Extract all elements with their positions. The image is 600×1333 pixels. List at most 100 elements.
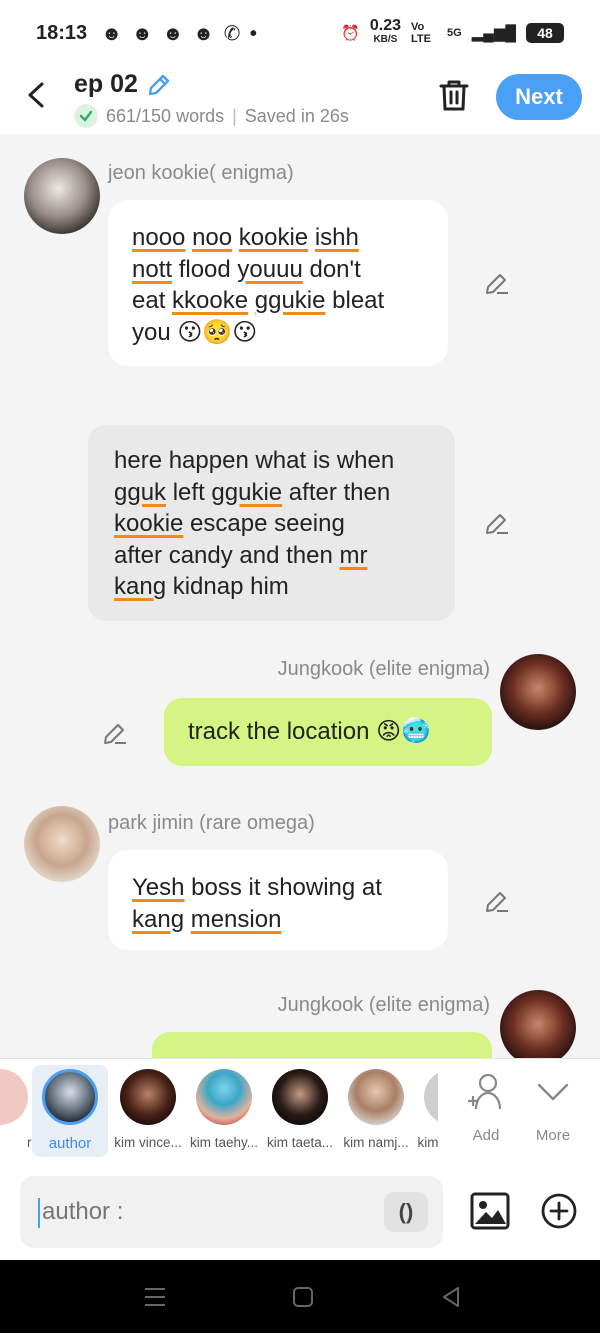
message-text: track the location 😡🥶 bbox=[188, 716, 468, 748]
parentheses-button[interactable]: () bbox=[384, 1192, 428, 1232]
character-item[interactable]: kim namj... bbox=[338, 1059, 414, 1164]
character-name: kim namj... bbox=[343, 1135, 409, 1150]
message-text: here happen what is when gguk left ggukie… bbox=[114, 445, 429, 603]
message-word bbox=[184, 906, 191, 933]
avatar-park-jimin[interactable] bbox=[24, 806, 100, 882]
misspelled-word: kookie bbox=[114, 510, 184, 537]
avatar-jungkook[interactable] bbox=[500, 990, 576, 1058]
signal-icon: ▂▄▆█ bbox=[471, 25, 516, 42]
chat-area[interactable]: jeon kookie( enigma) nooo noo kookie ish… bbox=[0, 134, 600, 1058]
message-word: eat bbox=[132, 287, 173, 314]
chevron-down-icon bbox=[537, 1083, 569, 1101]
misspelled-word: kkooke bbox=[172, 287, 249, 314]
edit-title-pencil-icon[interactable] bbox=[146, 72, 172, 98]
status-separator: | bbox=[232, 105, 237, 126]
character-item[interactable]: kim vince... bbox=[110, 1059, 186, 1164]
character-avatar bbox=[120, 1069, 176, 1125]
misspelled-word: gguk bbox=[114, 478, 167, 506]
misspelled-word: ggukie bbox=[211, 478, 283, 506]
avatar-jeon-kookie[interactable] bbox=[24, 158, 100, 234]
character-item[interactable]: kim taeta... bbox=[262, 1059, 338, 1164]
speaker-name: park jimin (rare omega) bbox=[108, 812, 315, 834]
misspelled-word: ggukie bbox=[254, 287, 326, 314]
character-avatar bbox=[272, 1069, 328, 1125]
message-input-box[interactable]: () bbox=[20, 1176, 443, 1248]
edit-pencil-icon[interactable] bbox=[484, 888, 510, 914]
menu-icon[interactable] bbox=[142, 1284, 168, 1310]
save-status: 661/150 words | Saved in 26s bbox=[74, 104, 349, 128]
character-avatar bbox=[424, 1069, 438, 1125]
speaker-name: Jungkook (elite enigma) bbox=[277, 658, 490, 680]
misspelled-word: kang bbox=[114, 573, 167, 600]
character-item[interactable]: kim bbox=[414, 1059, 438, 1164]
misspelled-word: mension bbox=[190, 905, 282, 933]
next-button[interactable]: Next bbox=[496, 74, 582, 120]
character-avatar bbox=[0, 1069, 28, 1125]
misspelled-word: kang bbox=[132, 905, 185, 933]
speaker-name: Jungkook (elite enigma) bbox=[277, 994, 490, 1016]
home-square-icon[interactable] bbox=[290, 1284, 316, 1310]
speaker-name: jeon kookie( enigma) bbox=[108, 162, 294, 184]
message-line: after candy and then mr bbox=[114, 540, 429, 572]
character-item[interactable]: kim taehy... bbox=[186, 1059, 262, 1164]
misspelled-word: nott bbox=[132, 255, 173, 283]
status-bar: 18:13 ☻ ☻ ☻ ☻ ✆ • ⏰ 0.23 KB/S Vo LTE 5G … bbox=[0, 0, 600, 66]
word-count: 661/150 words bbox=[106, 105, 225, 126]
message-bubble[interactable] bbox=[152, 1032, 492, 1058]
misspelled-word: nooo bbox=[132, 224, 186, 251]
input-bar: () bbox=[0, 1164, 600, 1260]
message-line: kang mension bbox=[132, 904, 424, 936]
message-word: escape seeing bbox=[183, 510, 345, 537]
back-triangle-icon[interactable] bbox=[438, 1284, 464, 1310]
edit-pencil-icon[interactable] bbox=[102, 720, 128, 746]
message-word: left bbox=[166, 478, 212, 506]
message-word: kidnap him bbox=[166, 573, 289, 600]
narration-bubble[interactable]: here happen what is when gguk left ggukie… bbox=[88, 425, 455, 621]
message-word bbox=[308, 224, 315, 251]
edit-pencil-icon[interactable] bbox=[484, 270, 510, 296]
notification-icons: ☻ ☻ ☻ ☻ ✆ • bbox=[101, 22, 259, 45]
character-avatar bbox=[348, 1069, 404, 1125]
character-avatar bbox=[42, 1069, 98, 1125]
trash-icon[interactable] bbox=[438, 78, 470, 112]
message-bubble[interactable]: track the location 😡🥶 bbox=[164, 698, 492, 766]
character-item-author[interactable]: author bbox=[32, 1059, 108, 1164]
message-line: nooo noo kookie ishh bbox=[132, 222, 424, 254]
image-icon[interactable] bbox=[470, 1192, 510, 1230]
add-label: Add bbox=[472, 1127, 500, 1144]
message-word: boss it showing at bbox=[184, 874, 382, 901]
edit-pencil-icon[interactable] bbox=[484, 510, 510, 536]
network-speed: 0.23 KB/S bbox=[369, 17, 401, 46]
message-line: kookie escape seeing bbox=[114, 508, 429, 540]
status-right: ⏰ 0.23 KB/S Vo LTE 5G ▂▄▆█ 48 bbox=[341, 17, 564, 47]
message-word: track the location 😡🥶 bbox=[188, 718, 431, 745]
back-arrow-icon[interactable] bbox=[22, 80, 52, 110]
misspelled-word: Yesh bbox=[132, 874, 185, 901]
character-avatar bbox=[196, 1069, 252, 1125]
message-word: after then bbox=[282, 478, 391, 506]
misspelled-word: kookie bbox=[238, 224, 309, 251]
text-cursor bbox=[38, 1198, 40, 1228]
battery-indicator: 48 bbox=[526, 23, 564, 43]
character-name: kim bbox=[417, 1135, 439, 1150]
message-bubble[interactable]: Yesh boss it showing at kang mension bbox=[108, 850, 448, 950]
message-bubble[interactable]: nooo noo kookie ishh nott flood youuu don… bbox=[108, 200, 448, 366]
network-type: 5G bbox=[446, 27, 462, 39]
message-word: after candy and then bbox=[114, 541, 340, 569]
message-input[interactable] bbox=[42, 1198, 342, 1226]
message-line: kang kidnap him bbox=[114, 571, 429, 603]
message-line: nott flood youuu don't bbox=[132, 254, 424, 286]
message-line: gguk left ggukie after then bbox=[114, 477, 429, 509]
message-word: flood bbox=[172, 255, 238, 283]
message-word: here happen what is when bbox=[114, 447, 395, 474]
message-text: Yesh boss it showing at kang mension bbox=[132, 872, 424, 935]
add-circle-icon[interactable] bbox=[540, 1192, 578, 1230]
more-label: More bbox=[535, 1127, 571, 1144]
add-character-button[interactable]: Add bbox=[454, 1071, 518, 1144]
misspelled-word: noo bbox=[192, 224, 233, 251]
message-line: here happen what is when bbox=[114, 445, 429, 477]
avatar-jungkook[interactable] bbox=[500, 654, 576, 730]
character-name: kim vince... bbox=[114, 1135, 182, 1150]
episode-title[interactable]: ep 02 bbox=[74, 70, 138, 99]
more-button[interactable]: More bbox=[521, 1071, 585, 1144]
